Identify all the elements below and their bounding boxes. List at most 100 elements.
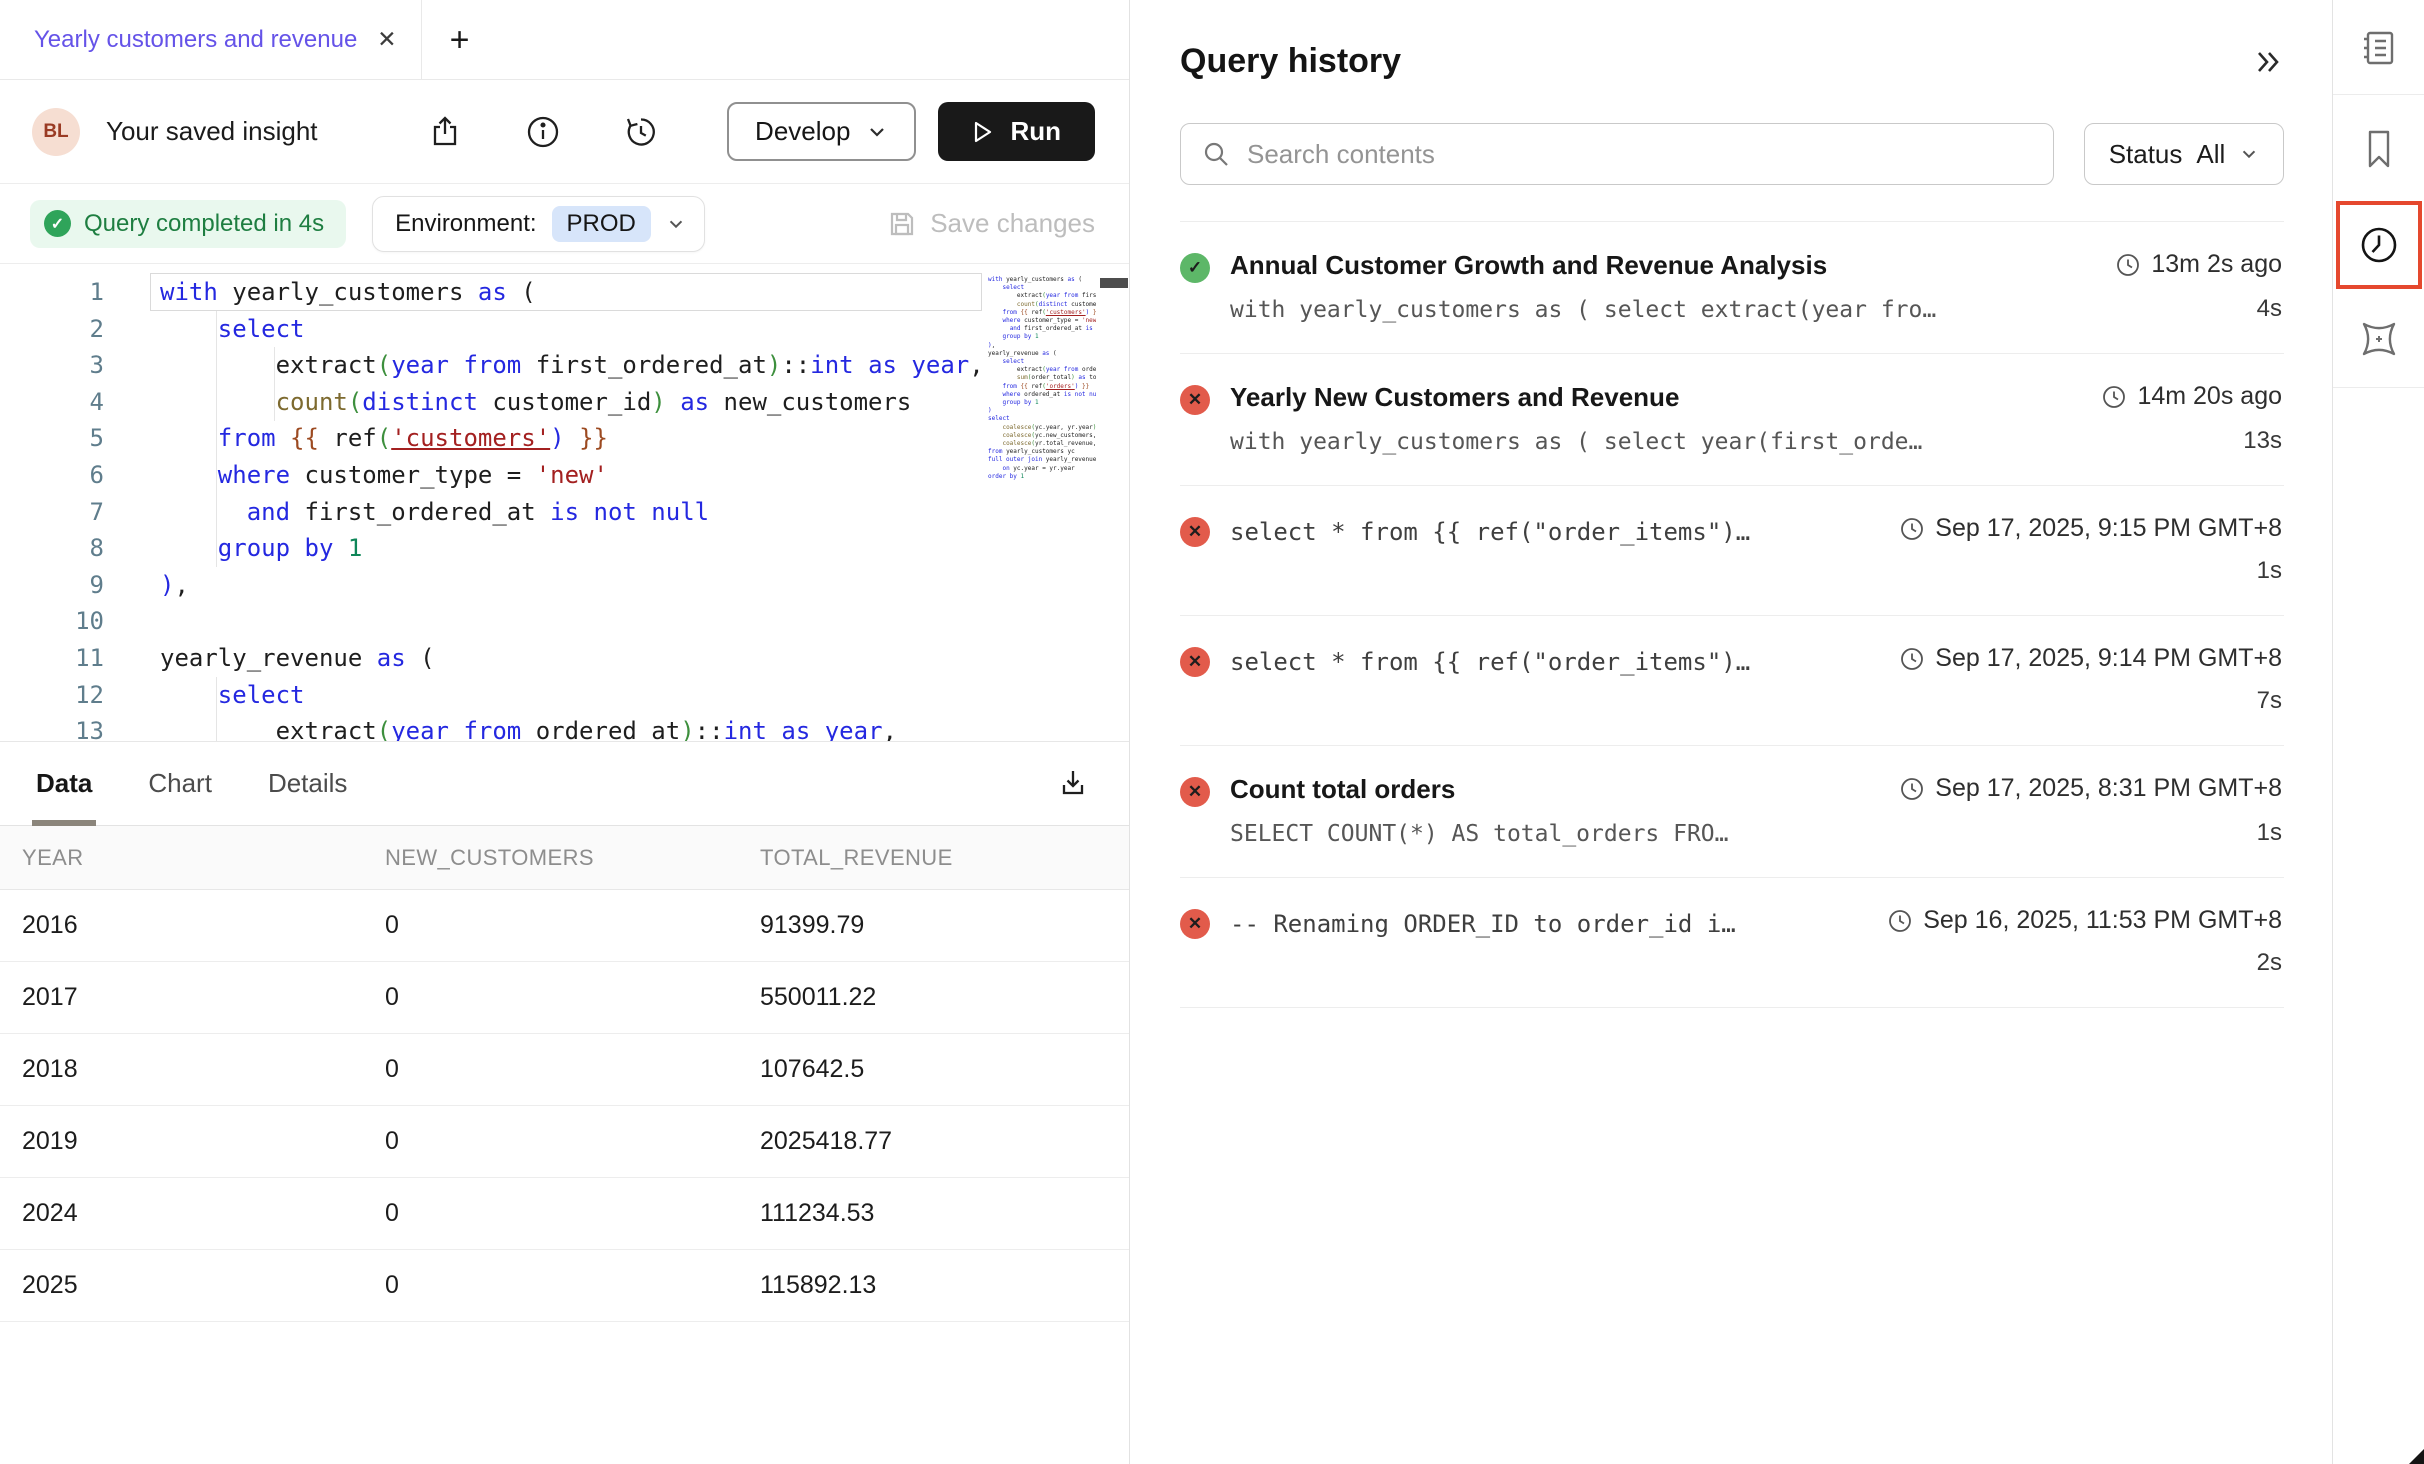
code-line[interactable]: 8 group by 1 xyxy=(0,530,986,567)
code-line[interactable]: 7 and first_ordered_at is not null xyxy=(0,494,986,531)
code-line[interactable]: 1with yearly_customers as ( xyxy=(0,274,986,311)
line-number: 5 xyxy=(0,420,110,457)
clock-icon xyxy=(1899,646,1925,672)
query-history-item[interactable]: ✕select * from {{ ref("order_items")…Sep… xyxy=(1180,616,2284,746)
tab-data[interactable]: Data xyxy=(36,742,92,825)
table-cell: 0 xyxy=(385,911,760,940)
query-title: Annual Customer Growth and Revenue Analy… xyxy=(1230,250,2091,281)
develop-label: Develop xyxy=(755,116,850,147)
table-cell: 550011.22 xyxy=(760,983,1129,1012)
query-status-badge: ✓ Query completed in 4s xyxy=(30,200,346,248)
code-line[interactable]: 2 select xyxy=(0,311,986,348)
share-icon xyxy=(427,114,463,150)
save-icon xyxy=(887,209,917,239)
tab-chart[interactable]: Chart xyxy=(148,742,212,825)
search-input[interactable] xyxy=(1247,139,2033,170)
notebook-button[interactable] xyxy=(2357,26,2401,70)
query-title: Count total orders xyxy=(1230,774,1875,805)
bookmark-icon xyxy=(2360,128,2398,170)
tab-title: Yearly customers and revenue xyxy=(34,26,357,54)
close-tab-icon[interactable]: ✕ xyxy=(377,26,396,53)
results-table-header: YEAR NEW_CUSTOMERS TOTAL_REVENUE xyxy=(0,826,1129,890)
query-run-time: Sep 17, 2025, 9:15 PM GMT+8 xyxy=(1899,514,2282,543)
line-number: 6 xyxy=(0,457,110,494)
code-line[interactable]: 9), xyxy=(0,567,986,604)
explore-button[interactable] xyxy=(2357,317,2401,361)
clock-icon xyxy=(2357,223,2401,267)
query-history-button-active[interactable] xyxy=(2336,201,2422,289)
info-icon xyxy=(524,113,562,151)
table-row: 20170550011.22 xyxy=(0,962,1129,1034)
query-history-item[interactable]: ✕Count total ordersSELECT COUNT(*) AS to… xyxy=(1180,746,2284,878)
query-run-time: Sep 16, 2025, 11:53 PM GMT+8 xyxy=(1887,906,2282,935)
window-resize-handle[interactable] xyxy=(2409,1449,2424,1464)
info-button[interactable] xyxy=(523,112,563,152)
version-history-button[interactable] xyxy=(621,112,661,152)
table-cell: 2016 xyxy=(0,911,385,940)
develop-button[interactable]: Develop xyxy=(727,102,916,161)
query-duration: 4s xyxy=(2257,295,2282,323)
line-number: 13 xyxy=(0,713,110,742)
line-number: 10 xyxy=(0,603,110,640)
error-status-icon: ✕ xyxy=(1180,909,1210,939)
environment-selector[interactable]: Environment: PROD xyxy=(372,196,705,252)
query-history-item[interactable]: ✓ Annual Customer Growth and Revenue Anal… xyxy=(1180,222,2284,354)
history-icon xyxy=(622,113,660,151)
status-filter-value: All xyxy=(2196,139,2225,170)
new-tab-button[interactable]: + xyxy=(450,23,470,57)
editor-minimap[interactable]: with yearly_customers as ( select extrac… xyxy=(988,276,1096,516)
code-line[interactable]: 12 select xyxy=(0,677,986,714)
tab-bar: Yearly customers and revenue ✕ + xyxy=(0,0,1129,80)
query-history-item[interactable]: ✕Yearly New Customers and Revenuewith ye… xyxy=(1180,354,2284,486)
chevron-down-icon xyxy=(666,214,686,234)
query-code-preview: SELECT COUNT(*) AS total_orders FRO… xyxy=(1230,821,1875,847)
code-line[interactable]: 3 extract(year from first_ordered_at)::i… xyxy=(0,347,986,384)
bookmarks-button[interactable] xyxy=(2357,127,2401,171)
table-row: 20180107642.5 xyxy=(0,1034,1129,1106)
insight-title: Your saved insight xyxy=(106,116,318,147)
search-box[interactable] xyxy=(1180,123,2054,185)
table-cell: 2017 xyxy=(0,983,385,1012)
line-number: 7 xyxy=(0,494,110,531)
download-results-button[interactable] xyxy=(1053,764,1093,804)
status-filter-dropdown[interactable]: Status All xyxy=(2084,123,2284,185)
success-status-icon: ✓ xyxy=(1180,253,1210,283)
avatar: BL xyxy=(32,108,80,156)
search-icon xyxy=(1201,139,1231,169)
line-number: 9 xyxy=(0,567,110,604)
save-changes-label: Save changes xyxy=(930,208,1095,239)
run-button[interactable]: Run xyxy=(938,102,1095,161)
query-duration: 7s xyxy=(2257,687,2282,715)
code-line[interactable]: 13 extract(year from ordered_at)::int as… xyxy=(0,713,986,742)
collapse-panel-button[interactable] xyxy=(2252,48,2284,76)
query-history-item[interactable]: ✕-- Renaming ORDER_ID to order_id i…Sep … xyxy=(1180,878,2284,1008)
error-status-icon: ✕ xyxy=(1180,385,1210,415)
code-line[interactable]: 10 xyxy=(0,603,986,640)
query-title: Yearly New Customers and Revenue xyxy=(1230,382,2077,413)
clock-icon xyxy=(1899,776,1925,802)
editor-scrollbar-thumb[interactable] xyxy=(1100,278,1128,288)
compass-sparkle-icon xyxy=(2357,317,2401,361)
table-cell: 0 xyxy=(385,1199,760,1228)
table-row: 201902025418.77 xyxy=(0,1106,1129,1178)
sql-code-editor[interactable]: 1with yearly_customers as (2 select3 ext… xyxy=(0,264,1129,742)
line-number: 1 xyxy=(0,274,110,311)
line-number: 12 xyxy=(0,677,110,714)
tab-details[interactable]: Details xyxy=(268,742,347,825)
tab-yearly-customers-and-revenue[interactable]: Yearly customers and revenue ✕ xyxy=(0,0,422,79)
code-line[interactable]: 11yearly_revenue as ( xyxy=(0,640,986,677)
code-lines[interactable]: 1with yearly_customers as (2 select3 ext… xyxy=(0,274,986,742)
code-line[interactable]: 4 count(distinct customer_id) as new_cus… xyxy=(0,384,986,421)
double-chevron-right-icon xyxy=(2252,48,2284,76)
editor-status-bar: ✓ Query completed in 4s Environment: PRO… xyxy=(0,184,1129,264)
share-button[interactable] xyxy=(425,112,465,152)
line-number: 2 xyxy=(0,311,110,348)
query-duration: 1s xyxy=(2257,819,2282,847)
code-line[interactable]: 6 where customer_type = 'new' xyxy=(0,457,986,494)
query-history-item[interactable]: ✕select * from {{ ref("order_items")…Sep… xyxy=(1180,486,2284,616)
save-changes-button[interactable]: Save changes xyxy=(887,208,1095,239)
query-history-list: ✓ Annual Customer Growth and Revenue Anal… xyxy=(1180,221,2284,1008)
right-icon-toolbar xyxy=(2332,0,2424,1464)
query-run-time: Sep 17, 2025, 8:31 PM GMT+8 xyxy=(1899,774,2282,803)
code-line[interactable]: 5 from {{ ref('customers') }} xyxy=(0,420,986,457)
